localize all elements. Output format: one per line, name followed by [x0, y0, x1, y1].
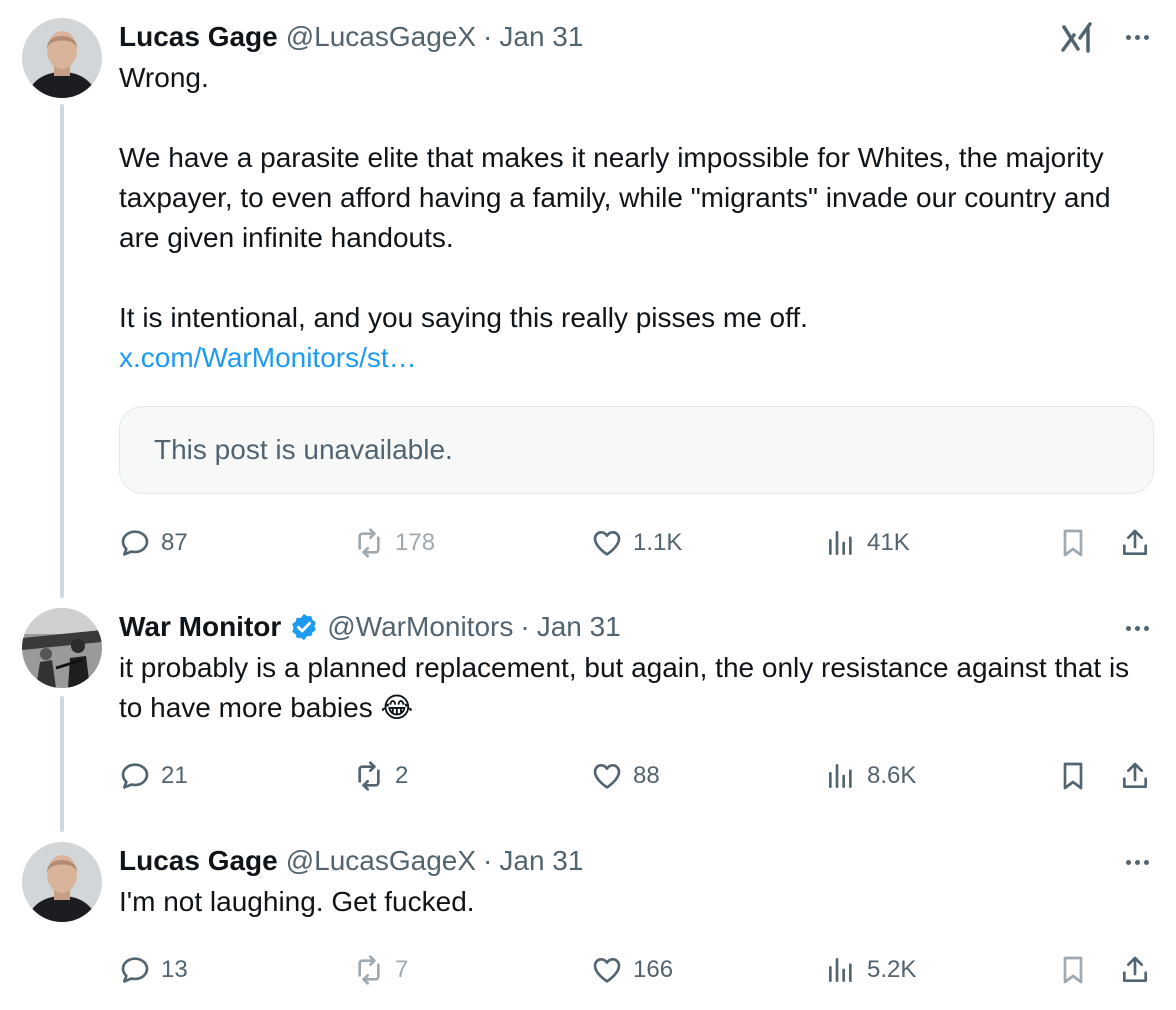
- tweet-link[interactable]: x.com/WarMonitors/st…: [119, 338, 1154, 378]
- tweet-body: it probably is a planned replacement, bu…: [119, 648, 1154, 728]
- views-icon: [829, 958, 852, 982]
- reply-button[interactable]: 21: [119, 756, 188, 796]
- tweet-header: War Monitor @WarMonitors · Jan 31: [119, 608, 1154, 646]
- tweet-header: Lucas Gage @LucasGageX · Jan 31: [119, 842, 1154, 880]
- share-icon: [1123, 529, 1147, 555]
- user-handle[interactable]: @LucasGageX: [286, 18, 476, 56]
- reply-button[interactable]: 87: [119, 523, 188, 563]
- post-date[interactable]: Jan 31: [537, 608, 621, 646]
- post-date[interactable]: Jan 31: [499, 842, 583, 880]
- view-count: 8.6K: [867, 762, 917, 789]
- repost-count: 2: [395, 762, 409, 789]
- separator-dot: ·: [520, 611, 530, 642]
- reply-count: 21: [161, 762, 188, 789]
- action-bar: 87 178 1.1K 41K: [119, 523, 1159, 563]
- tweet-text: it probably is a planned replacement, bu…: [119, 652, 1130, 723]
- user-handle[interactable]: @LucasGageX: [286, 842, 476, 880]
- repost-count: 7: [395, 956, 409, 983]
- tweet-body: Wrong. We have a parasite elite that mak…: [119, 58, 1154, 378]
- views-icon: [829, 764, 852, 788]
- repost-button[interactable]: 7: [353, 950, 408, 990]
- tweet[interactable]: War Monitor @WarMonitors · Jan 31 it pro…: [0, 608, 1176, 828]
- like-count: 1.1K: [633, 529, 683, 556]
- views-button[interactable]: 8.6K: [825, 756, 916, 796]
- tweet-text: I'm not laughing. Get fucked.: [119, 886, 475, 917]
- view-count: 41K: [867, 529, 910, 556]
- user-handle[interactable]: @WarMonitors: [327, 608, 513, 646]
- separator-dot: ·: [483, 21, 493, 52]
- separator-dot: ·: [483, 845, 493, 876]
- tweet-paragraph: It is intentional, and you saying this r…: [119, 302, 808, 333]
- avatar[interactable]: [22, 18, 102, 98]
- more-icon[interactable]: [1120, 845, 1154, 879]
- tweet-header: Lucas Gage @LucasGageX · Jan 31: [119, 18, 1154, 56]
- bookmark-icon: [1063, 762, 1083, 790]
- repost-icon: [358, 955, 380, 985]
- like-button[interactable]: 1.1K: [591, 523, 682, 563]
- reply-icon: [121, 763, 149, 789]
- display-name[interactable]: War Monitor: [119, 608, 281, 646]
- reply-button[interactable]: 13: [119, 950, 188, 990]
- view-count: 5.2K: [867, 956, 917, 983]
- bookmark-button[interactable]: [1057, 523, 1089, 563]
- share-icon: [1123, 762, 1147, 788]
- bookmark-icon: [1063, 956, 1083, 984]
- verified-badge-icon[interactable]: [289, 612, 319, 642]
- quoted-post-unavailable[interactable]: This post is unavailable.: [119, 406, 1154, 494]
- like-icon: [593, 958, 621, 983]
- reply-icon: [121, 957, 149, 983]
- share-button[interactable]: [1119, 756, 1151, 796]
- action-bar: 21 2 88 8.6K: [119, 756, 1159, 796]
- like-button[interactable]: 88: [591, 756, 660, 796]
- avatar[interactable]: [22, 608, 102, 688]
- display-name[interactable]: Lucas Gage: [119, 842, 278, 880]
- reply-icon: [121, 530, 149, 556]
- views-icon: [829, 531, 852, 555]
- like-count: 88: [633, 762, 660, 789]
- tweet[interactable]: Lucas Gage @LucasGageX · Jan 31 Wrong. W…: [0, 0, 1176, 590]
- post-date[interactable]: Jan 31: [499, 18, 583, 56]
- like-button[interactable]: 166: [591, 950, 673, 990]
- repost-button[interactable]: 178: [353, 523, 435, 563]
- repost-count: 178: [395, 529, 436, 556]
- bookmark-icon: [1063, 529, 1083, 557]
- bookmark-button[interactable]: [1057, 756, 1089, 796]
- share-icon: [1123, 956, 1147, 982]
- action-bar: 13 7 166 5.2K: [119, 950, 1159, 990]
- repost-button[interactable]: 2: [353, 756, 408, 796]
- like-count: 166: [633, 956, 674, 983]
- repost-icon: [358, 761, 380, 791]
- avatar[interactable]: [22, 842, 102, 922]
- like-icon: [593, 764, 621, 789]
- reply-count: 13: [161, 956, 188, 983]
- reply-count: 87: [161, 529, 188, 556]
- tweet-body: I'm not laughing. Get fucked.: [119, 882, 1154, 922]
- like-icon: [593, 531, 621, 556]
- more-icon[interactable]: [1120, 611, 1154, 645]
- tweet-paragraph: We have a parasite elite that makes it n…: [119, 142, 1111, 253]
- share-button[interactable]: [1119, 523, 1151, 563]
- unavailable-text: This post is unavailable.: [154, 434, 453, 465]
- tweet-paragraph: Wrong.: [119, 62, 209, 93]
- more-icon[interactable]: [1120, 20, 1154, 54]
- share-button[interactable]: [1119, 950, 1151, 990]
- views-button[interactable]: 5.2K: [825, 950, 916, 990]
- repost-icon: [358, 528, 380, 558]
- views-button[interactable]: 41K: [825, 523, 910, 563]
- display-name[interactable]: Lucas Gage: [119, 18, 278, 56]
- bookmark-button[interactable]: [1057, 950, 1089, 990]
- tweet[interactable]: Lucas Gage @LucasGageX · Jan 31 I'm not …: [0, 842, 1176, 1010]
- grok-icon[interactable]: [1060, 18, 1094, 58]
